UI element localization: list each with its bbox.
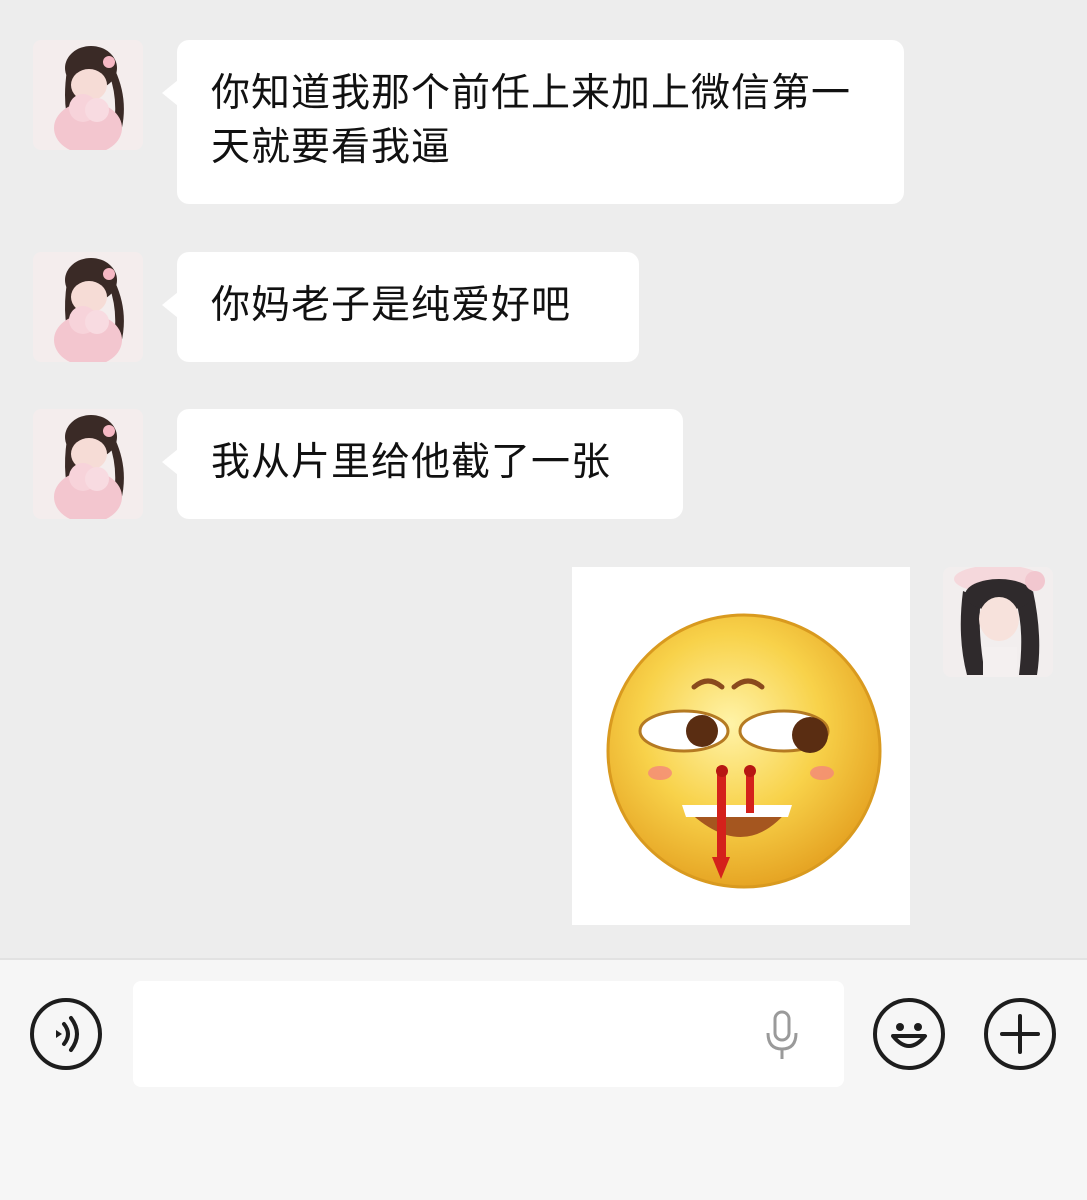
message-bubble[interactable]: 你知道我那个前任上来加上微信第一天就要看我逼 [162,40,904,204]
voice-toggle-icon [56,1016,79,1052]
contact-avatar[interactable] [33,40,143,150]
contact-avatar[interactable] [33,409,143,519]
contact-avatar[interactable] [33,252,143,362]
self-avatar[interactable] [943,567,1053,677]
emoji-button[interactable] [873,998,945,1070]
message-bubble[interactable]: 你妈老子是纯爱好吧 [162,252,639,362]
more-actions-button[interactable] [984,998,1056,1070]
message-text: 我从片里给他截了一张 [211,440,612,485]
emoji-icon [891,1023,927,1048]
microphone-icon[interactable] [762,1009,802,1061]
plus-icon [1000,1014,1040,1054]
chat-message-list[interactable]: 你知道我那个前任上来加上微信第一天就要看我逼 你妈老子是纯爱好吧 我从片里给他截… [0,0,1087,958]
message-text: 你妈老子是纯爱好吧 [211,283,572,328]
nosebleed-smiley-sticker[interactable] [572,567,910,925]
input-bar [0,958,1087,1200]
message-text: 你知道我那个前任上来加上微信第一天就要看我逼 [211,71,852,170]
message-bubble[interactable]: 我从片里给他截了一张 [162,409,683,519]
voice-toggle-button[interactable] [30,998,102,1070]
message-input[interactable] [133,981,844,1087]
